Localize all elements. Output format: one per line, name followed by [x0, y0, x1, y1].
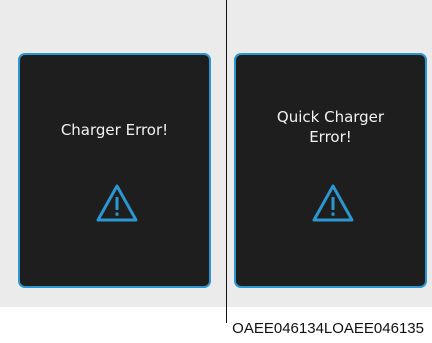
warning-triangle-icon	[312, 184, 354, 222]
quick-charger-error-screen: Quick Charger Error!	[234, 53, 427, 288]
message-line: Charger Error!	[60, 121, 169, 139]
panel-divider	[226, 0, 227, 323]
charger-error-message: Charger Error!	[20, 120, 209, 140]
message-line: Quick Charger	[276, 108, 385, 126]
warning-triangle-icon	[96, 184, 138, 222]
figure-caption: OAEE046134LOAEE046135	[232, 320, 424, 337]
quick-charger-error-message: Quick Charger Error!	[236, 107, 425, 147]
message-line: Error!	[309, 128, 352, 146]
charger-error-screen: Charger Error!	[18, 53, 211, 288]
